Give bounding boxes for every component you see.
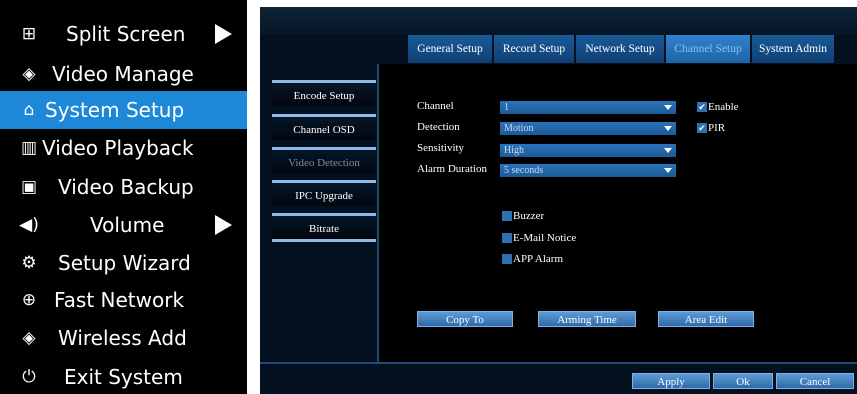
horizontal-divider	[260, 362, 857, 364]
checkbox-unchecked-icon	[502, 211, 512, 221]
copy-to-button[interactable]: Copy To	[417, 311, 513, 327]
menu-item-label: Video Manage	[52, 62, 194, 86]
ok-button[interactable]: Ok	[713, 373, 773, 389]
enable-checkbox[interactable]: Enable	[697, 101, 739, 113]
chevron-down-icon	[664, 105, 672, 110]
app-alarm-label: APP Alarm	[513, 253, 564, 265]
sensitivity-select[interactable]: High	[500, 144, 676, 157]
chevron-down-icon	[664, 168, 672, 173]
power-icon: ⏻	[22, 366, 36, 387]
sensitivity-label: Sensitivity	[417, 142, 465, 154]
menu-item-label: Video Playback	[42, 136, 194, 160]
side-item-channel-osd[interactable]: Channel OSD	[272, 114, 376, 140]
checkbox-checked-icon	[697, 123, 707, 133]
menu-item-label: Exit System	[64, 365, 183, 389]
side-item-video-detection[interactable]: Video Detection	[272, 147, 376, 173]
window-title-bar	[260, 7, 857, 35]
apply-button[interactable]: Apply	[632, 373, 710, 389]
menu-item-system-setup[interactable]: ⌂ System Setup	[0, 91, 247, 129]
area-edit-button[interactable]: Area Edit	[658, 311, 754, 327]
cancel-button[interactable]: Cancel	[776, 373, 854, 389]
menu-item-setup-wizard[interactable]: ⚙ Setup Wizard	[0, 244, 247, 282]
side-item-bitrate[interactable]: Bitrate	[272, 213, 376, 239]
video-manage-icon: ◈	[22, 63, 36, 84]
detection-select[interactable]: Motion	[500, 122, 676, 135]
detection-value: Motion	[504, 123, 534, 134]
side-item-encode-setup[interactable]: Encode Setup	[272, 80, 376, 106]
arming-time-button[interactable]: Arming Time	[538, 311, 636, 327]
submenu-arrow-icon	[215, 24, 232, 44]
tab-network-setup[interactable]: Network Setup	[576, 35, 664, 63]
detection-label: Detection	[417, 121, 460, 133]
pir-checkbox[interactable]: PIR	[697, 122, 725, 134]
gears-icon: ⚙	[21, 252, 37, 273]
home-icon: ⌂	[23, 99, 35, 120]
enable-label: Enable	[708, 101, 739, 113]
context-menu: ⊞ Split Screen ◈ Video Manage ⌂ System S…	[0, 0, 247, 394]
channel-select[interactable]: 1	[500, 101, 676, 114]
speaker-icon: ◀)	[19, 214, 39, 235]
pir-label: PIR	[708, 122, 726, 134]
menu-item-video-backup[interactable]: ▣ Video Backup	[0, 168, 247, 206]
alarm-duration-label: Alarm Duration	[417, 163, 487, 175]
email-notice-checkbox[interactable]: E-Mail Notice	[502, 232, 576, 244]
camera-icon: ◈	[22, 327, 36, 348]
film-icon: ▥	[20, 137, 38, 158]
chevron-down-icon	[664, 148, 672, 153]
vertical-divider	[377, 64, 379, 362]
menu-item-volume[interactable]: ◀) Volume	[0, 206, 247, 244]
buzzer-checkbox[interactable]: Buzzer	[502, 210, 544, 222]
menu-item-label: Video Backup	[58, 175, 194, 199]
globe-icon: ⊕	[21, 289, 37, 310]
sensitivity-value: High	[504, 145, 524, 156]
checkbox-unchecked-icon	[502, 233, 512, 243]
checkbox-unchecked-icon	[502, 254, 512, 264]
menu-item-video-manage[interactable]: ◈ Video Manage	[0, 55, 247, 93]
submenu-arrow-icon	[215, 215, 232, 235]
tab-system-admin[interactable]: System Admin	[752, 35, 834, 63]
menu-item-label: System Setup	[45, 98, 185, 122]
menu-item-video-playback[interactable]: ▥ Video Playback	[0, 129, 247, 167]
tab-channel-setup[interactable]: Channel Setup	[666, 35, 750, 63]
menu-item-label: Split Screen	[66, 22, 186, 46]
tab-general-setup[interactable]: General Setup	[408, 35, 492, 63]
menu-item-label: Volume	[90, 213, 165, 237]
alarm-duration-value: 5 seconds	[504, 165, 544, 176]
menu-item-fast-network[interactable]: ⊕ Fast Network	[0, 281, 247, 319]
channel-label: Channel	[417, 100, 454, 112]
channel-value: 1	[504, 102, 509, 113]
menu-item-wireless-add[interactable]: ◈ Wireless Add	[0, 319, 247, 357]
menu-item-split-screen[interactable]: ⊞ Split Screen	[0, 15, 247, 53]
buzzer-label: Buzzer	[513, 210, 545, 222]
app-alarm-checkbox[interactable]: APP Alarm	[502, 253, 563, 265]
side-menu-separator	[272, 239, 376, 242]
menu-item-exit-system[interactable]: ⏻ Exit System	[0, 358, 247, 394]
menu-item-label: Wireless Add	[58, 326, 187, 350]
floppy-disk-icon: ▣	[20, 176, 38, 197]
alarm-duration-select[interactable]: 5 seconds	[500, 164, 676, 177]
checkbox-checked-icon	[697, 102, 707, 112]
menu-item-label: Fast Network	[54, 288, 185, 312]
side-item-ipc-upgrade[interactable]: IPC Upgrade	[272, 180, 376, 206]
tab-record-setup[interactable]: Record Setup	[494, 35, 574, 63]
menu-item-label: Setup Wizard	[58, 251, 191, 275]
setup-window: General Setup Record Setup Network Setup…	[260, 7, 857, 394]
chevron-down-icon	[664, 126, 672, 131]
split-screen-icon: ⊞	[21, 23, 37, 44]
email-notice-label: E-Mail Notice	[513, 232, 577, 244]
